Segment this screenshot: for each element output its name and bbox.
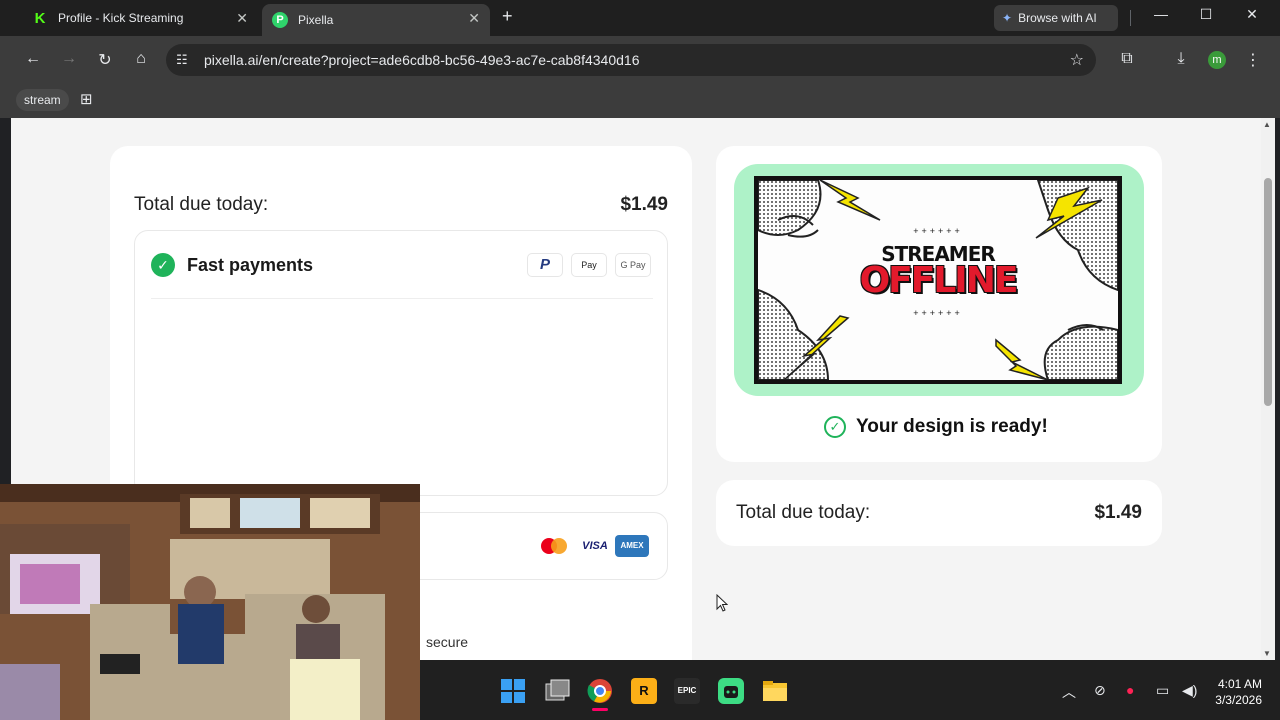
new-tab-button[interactable]: +	[502, 6, 513, 27]
site-info-icon[interactable]: ☷	[176, 52, 188, 68]
system-clock[interactable]: 4:01 AM 3/3/2026	[1215, 676, 1262, 708]
apple-pay-icon[interactable]: Pay	[571, 253, 607, 277]
scroll-down-icon[interactable]: ▼	[1263, 649, 1271, 658]
webcam-overlay	[0, 484, 420, 720]
mastercard-icon	[537, 535, 571, 557]
close-tab-icon[interactable]: ✕	[468, 10, 480, 27]
close-window-icon[interactable]: ✕	[1237, 6, 1267, 23]
decor-dots: ++++++	[913, 308, 963, 318]
maximize-icon[interactable]: ☐	[1191, 6, 1221, 23]
tab-pixella[interactable]: P Pixella ✕	[262, 4, 490, 36]
total-label: Total due today:	[134, 194, 269, 215]
active-app-indicator	[592, 708, 608, 711]
decor-dots: ++++++	[913, 226, 963, 236]
download-icon[interactable]: ⤓	[1170, 50, 1192, 68]
total-label: Total due today:	[736, 502, 871, 523]
amex-icon: AMEX	[615, 535, 649, 557]
url-text[interactable]: pixella.ai/en/create?project=ade6cdb8-bc…	[204, 52, 639, 68]
bookmarks-bar: stream ⊞	[0, 84, 1280, 118]
volume-icon[interactable]: ◀)	[1182, 682, 1197, 699]
fast-payments-section[interactable]: ✓ Fast payments P Pay G Pay	[134, 230, 668, 496]
total-amount: $1.49	[1094, 502, 1142, 523]
mouse-cursor-icon	[716, 594, 728, 612]
tab-strip: K Profile - Kick Streaming ✕ P Pixella ✕…	[0, 0, 1280, 36]
epic-games-icon[interactable]: EPIC	[674, 678, 700, 704]
home-icon[interactable]: ⌂	[130, 50, 152, 68]
display-icon[interactable]: ▭	[1156, 682, 1169, 699]
rockstar-launcher-icon[interactable]: R	[631, 678, 657, 704]
scroll-up-icon[interactable]: ▲	[1263, 120, 1271, 129]
tab-title: Pixella	[298, 13, 334, 27]
clock-time: 4:01 AM	[1217, 677, 1262, 691]
tab-search-icon[interactable]: ⧉	[1116, 50, 1138, 68]
paypal-icon[interactable]: P	[527, 253, 563, 277]
check-icon: ✓	[151, 253, 175, 277]
tab-kick-profile[interactable]: K Profile - Kick Streaming ✕	[22, 4, 258, 32]
file-explorer-icon[interactable]	[762, 678, 788, 704]
browse-with-ai-button[interactable]: ✦ Browse with AI	[994, 5, 1118, 31]
summary-total-card: Total due today: $1.49	[716, 480, 1162, 546]
visa-icon: VISA	[582, 540, 608, 552]
streamer-offline-image: ++++++ STREAMER OFFLINE ++++++	[754, 176, 1122, 384]
windows-taskbar: R EPIC ︿ ⊘ ● ▭ ◀) 4:01 AM 3/3/2026	[420, 660, 1280, 720]
browse-with-ai-label: Browse with AI	[1018, 11, 1097, 25]
fast-payments-title: Fast payments	[187, 255, 314, 275]
chevron-up-icon[interactable]: ︿	[1062, 682, 1076, 702]
bookmark-stream[interactable]: stream	[16, 89, 69, 111]
pixella-favicon-icon: P	[272, 12, 288, 28]
windows-start-icon[interactable]	[500, 678, 526, 704]
address-bar[interactable]: ☷ pixella.ai/en/create?project=ade6cdb8-…	[166, 44, 1096, 76]
design-preview-card: ++++++ STREAMER OFFLINE ++++++ ✓ Your de…	[716, 146, 1162, 462]
bookmark-star-icon[interactable]: ☆	[1070, 50, 1084, 70]
design-preview-frame: ++++++ STREAMER OFFLINE ++++++	[734, 164, 1144, 396]
chrome-icon[interactable]	[587, 678, 613, 704]
tab-title: Profile - Kick Streaming	[58, 11, 184, 25]
webcam-scene	[0, 484, 420, 720]
kick-favicon-icon: K	[32, 10, 48, 27]
browser-toolbar: ← → ↻ ⌂ ☷ pixella.ai/en/create?project=a…	[0, 36, 1280, 84]
clock-date: 3/3/2026	[1215, 693, 1262, 707]
close-tab-icon[interactable]: ✕	[236, 10, 248, 27]
android-app-icon[interactable]	[718, 678, 744, 704]
secure-note: secure	[426, 634, 469, 650]
design-ready-status: ✓ Your design is ready!	[824, 416, 1048, 438]
page-scrollbar[interactable]: ▲ ▼	[1261, 118, 1275, 660]
menu-dots-icon[interactable]: ⋮	[1242, 50, 1264, 70]
divider	[1130, 10, 1131, 26]
microphone-icon[interactable]: ●	[1126, 682, 1134, 698]
apps-grid-icon[interactable]: ⊞	[80, 90, 93, 108]
back-icon[interactable]: ←	[22, 50, 44, 68]
scroll-thumb[interactable]	[1264, 178, 1272, 406]
task-view-icon[interactable]	[544, 678, 570, 704]
google-pay-icon[interactable]: G Pay	[615, 253, 651, 277]
forward-icon[interactable]: →	[58, 50, 80, 68]
design-ready-text: Your design is ready!	[856, 416, 1048, 437]
total-amount: $1.49	[620, 194, 668, 215]
check-circle-icon: ✓	[824, 416, 846, 438]
reload-icon[interactable]: ↻	[94, 50, 116, 70]
profile-avatar[interactable]: m	[1208, 51, 1226, 69]
sparkle-icon: ✦	[1002, 11, 1013, 25]
minimize-icon[interactable]: —	[1146, 6, 1176, 22]
image-text-offline: OFFLINE	[859, 260, 1019, 301]
divider	[151, 298, 653, 299]
network-off-icon[interactable]: ⊘	[1094, 682, 1106, 699]
